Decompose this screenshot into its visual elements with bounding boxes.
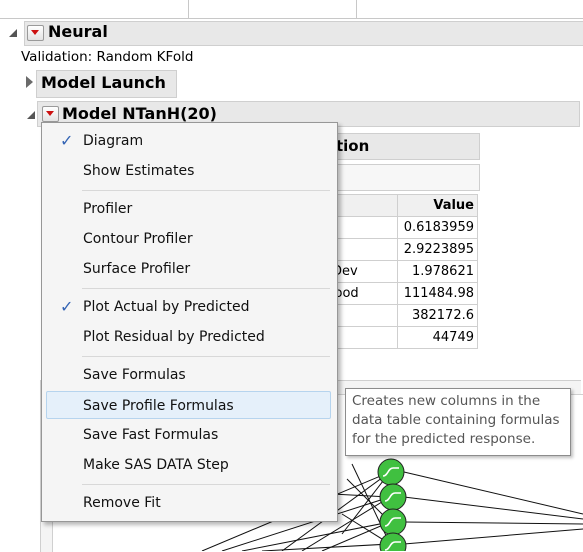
menu-separator: [82, 356, 330, 357]
row-value: 111484.98: [397, 282, 478, 305]
menu-separator: [82, 484, 330, 485]
menu-item-show-estimates[interactable]: Show Estimates: [46, 157, 331, 185]
menu-separator: [82, 190, 330, 191]
neural-header: [24, 21, 583, 46]
table-header-value: Value: [397, 194, 478, 217]
top-frame: [0, 0, 583, 19]
validation-label: Validation: Random KFold: [21, 49, 194, 65]
menu-item-label: Remove Fit: [83, 495, 161, 511]
red-triangle-menu-icon[interactable]: [42, 106, 59, 122]
menu-item-remove-fit[interactable]: Remove Fit: [46, 489, 331, 517]
row-value: 2.9223895: [397, 238, 478, 261]
model-title: Model NTanH(20): [62, 104, 217, 123]
check-icon: ✓: [60, 297, 74, 316]
tanh-node-icon: [379, 508, 407, 536]
menu-item-save-fast-formulas[interactable]: Save Fast Formulas: [46, 421, 331, 449]
expand-triangle-icon[interactable]: [26, 76, 33, 88]
menu-item-label: Show Estimates: [83, 163, 195, 179]
tanh-node-icon: [379, 483, 407, 511]
menu-item-surface-profiler[interactable]: Surface Profiler: [46, 255, 331, 283]
menu-item-contour-profiler[interactable]: Contour Profiler: [46, 225, 331, 253]
menu-item-label: Plot Actual by Predicted: [83, 299, 250, 315]
check-icon: ✓: [60, 131, 74, 150]
menu-item-diagram[interactable]: ✓ Diagram: [46, 127, 331, 155]
frame-divider: [188, 0, 189, 18]
row-value: 0.6183959: [397, 216, 478, 239]
collapse-triangle-icon[interactable]: [27, 111, 35, 119]
model-launch-title: Model Launch: [41, 73, 166, 92]
menu-item-label: Contour Profiler: [83, 231, 193, 247]
context-menu: ✓ Diagram Show Estimates Profiler Contou…: [41, 122, 338, 522]
menu-item-save-formulas[interactable]: Save Formulas: [46, 361, 331, 389]
menu-item-label: Save Formulas: [83, 367, 186, 383]
row-value: 1.978621: [397, 260, 478, 283]
menu-item-plot-residual-by-predicted[interactable]: Plot Residual by Predicted: [46, 323, 331, 351]
tanh-node-icon: [377, 458, 405, 486]
red-triangle-menu-icon[interactable]: [27, 25, 44, 41]
connection-line: [403, 521, 583, 525]
row-value: 382172.6: [397, 304, 478, 327]
menu-item-label: Profiler: [83, 201, 133, 217]
connection-line: [261, 543, 391, 551]
menu-item-plot-actual-by-predicted[interactable]: ✓ Plot Actual by Predicted: [46, 293, 331, 321]
menu-item-label: Make SAS DATA Step: [83, 457, 229, 473]
row-value: 44749: [397, 326, 478, 349]
menu-item-save-profile-formulas[interactable]: Save Profile Formulas: [46, 391, 331, 419]
collapse-triangle-icon[interactable]: [9, 29, 17, 37]
tooltip: Creates new columns in the data table co…: [345, 388, 571, 456]
menu-item-label: Save Profile Formulas: [83, 398, 234, 414]
menu-item-profiler[interactable]: Profiler: [46, 195, 331, 223]
neural-title: Neural: [48, 22, 108, 41]
tanh-node-icon: [379, 532, 407, 551]
menu-item-label: Diagram: [83, 133, 144, 149]
menu-item-label: Surface Profiler: [83, 261, 191, 277]
outline-header-label: tion: [336, 137, 370, 155]
menu-item-label: Plot Residual by Predicted: [83, 329, 265, 345]
menu-item-label: Save Fast Formulas: [83, 427, 219, 443]
frame-divider: [356, 0, 357, 18]
menu-item-make-sas-data-step[interactable]: Make SAS DATA Step: [46, 451, 331, 479]
menu-separator: [82, 288, 330, 289]
connection-line: [403, 528, 583, 545]
